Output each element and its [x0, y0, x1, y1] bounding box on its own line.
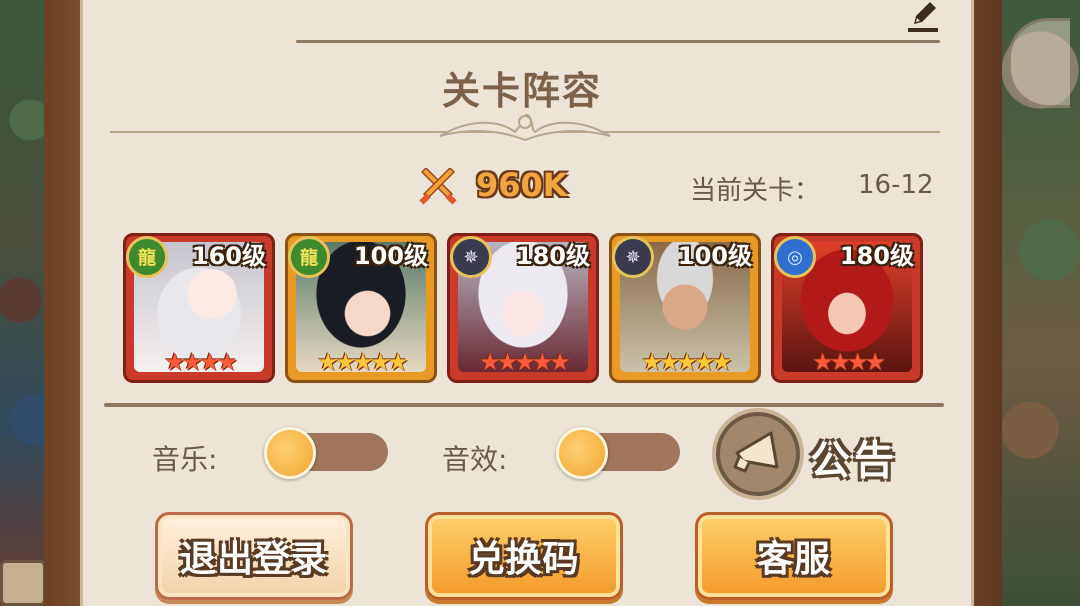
megaphone-icon	[733, 431, 779, 473]
toggle-knob[interactable]	[556, 427, 608, 479]
hero-card[interactable]: 龍 100级 ★★★★★	[285, 233, 437, 383]
hero-card[interactable]: ✵ 100级 ★★★★★	[609, 233, 761, 383]
settings-divider	[104, 403, 944, 407]
music-toggle[interactable]	[264, 427, 388, 479]
customer-service-button[interactable]: 客服	[695, 512, 893, 600]
web-emblem-icon: ✵	[450, 236, 492, 278]
hero-level: 100级	[677, 242, 752, 270]
hero-level: 160级	[191, 242, 266, 270]
sfx-toggle[interactable]	[556, 427, 680, 479]
toggle-knob[interactable]	[264, 427, 316, 479]
ornamental-divider	[110, 114, 940, 142]
current-stage-label: 当前关卡：	[690, 176, 821, 206]
star-rating: ★★★★	[811, 348, 886, 376]
star-rating: ★★★★★	[479, 348, 571, 376]
sfx-label: 音效:	[442, 443, 508, 476]
pencil-icon[interactable]	[906, 0, 940, 34]
star-rating: ★★★★★	[641, 348, 733, 376]
side-menu-button[interactable]	[0, 560, 46, 606]
wave-emblem-icon: ◎	[774, 236, 816, 278]
hero-card[interactable]: ◎ 180级 ★★★★	[771, 233, 923, 383]
dragon-emblem-icon: 龍	[288, 236, 330, 278]
star-rating: ★★★★★	[317, 348, 409, 376]
hero-card[interactable]: ✵ 180级 ★★★★★	[447, 233, 599, 383]
web-emblem-icon: ✵	[612, 236, 654, 278]
section-title: 关卡阵容	[441, 68, 602, 113]
music-label: 音乐:	[152, 443, 218, 476]
star-rating: ★★★★	[163, 348, 238, 376]
hero-level: 180级	[839, 242, 914, 270]
dragon-emblem-icon: 龍	[126, 236, 168, 278]
top-divider	[296, 40, 940, 43]
current-stage-value: 16-12	[858, 170, 934, 200]
logout-button[interactable]: 退出登录	[155, 512, 353, 600]
team-power-value: 960K	[476, 166, 568, 204]
hero-level: 100级	[353, 242, 428, 270]
notice-button[interactable]	[712, 408, 804, 500]
crossed-swords-icon	[419, 168, 457, 205]
hero-level: 180级	[515, 242, 590, 270]
notice-label[interactable]: 公告	[810, 428, 898, 486]
hero-card[interactable]: 龍 160级 ★★★★	[123, 233, 275, 383]
redeem-code-button[interactable]: 兑换码	[425, 512, 623, 600]
